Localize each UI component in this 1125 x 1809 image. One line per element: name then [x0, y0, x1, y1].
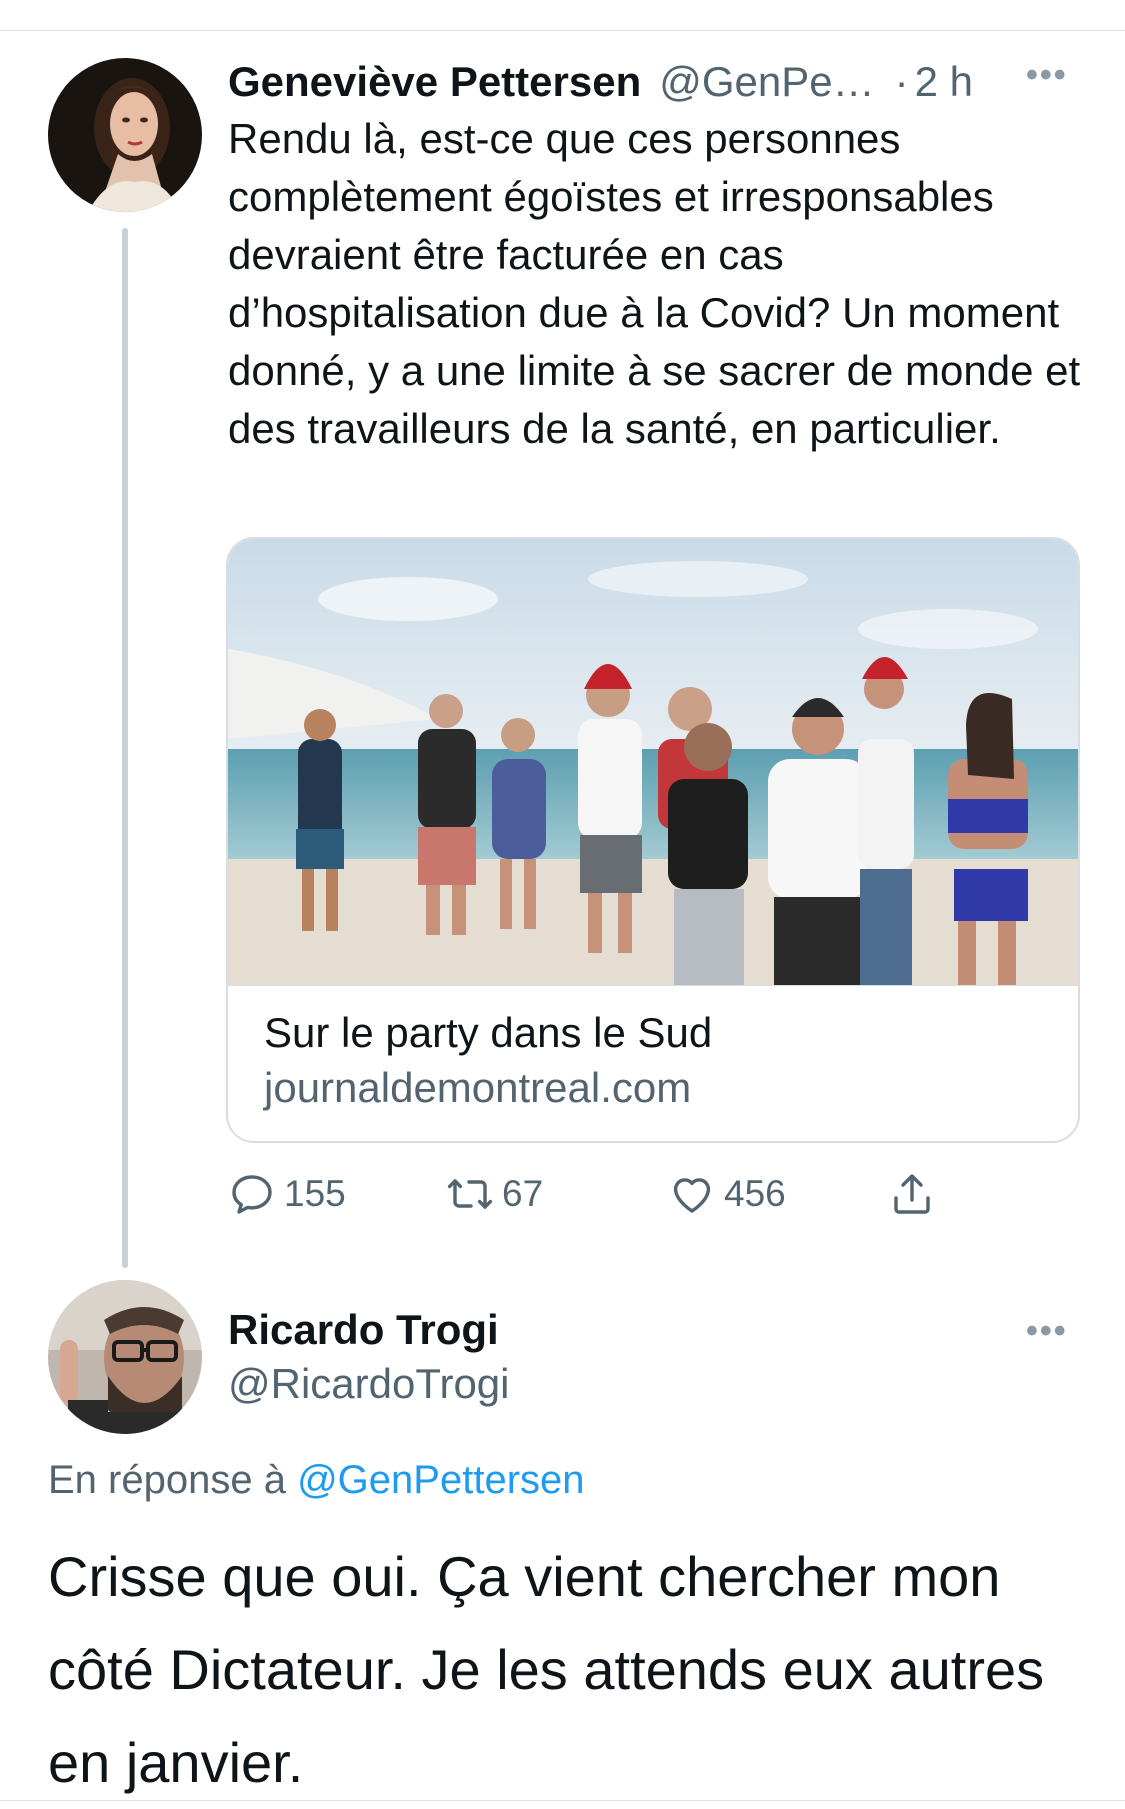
- retweet-count: 67: [502, 1173, 544, 1214]
- card-divider: [228, 985, 1078, 986]
- card-title: Sur le party dans le Sud: [264, 1009, 713, 1056]
- retweet-button[interactable]: 67: [446, 1166, 543, 1222]
- avatar-ricardo[interactable]: [48, 1280, 202, 1434]
- more-options-icon[interactable]: •••: [1026, 1312, 1068, 1351]
- reply-count: 155: [284, 1173, 346, 1214]
- heart-icon: [673, 1178, 711, 1213]
- avatar-genevieve[interactable]: [48, 58, 202, 212]
- more-options-icon[interactable]: •••: [1026, 56, 1068, 95]
- bottom-divider: [0, 1800, 1125, 1801]
- like-count: 456: [724, 1173, 786, 1214]
- retweet-icon: [447, 1179, 493, 1209]
- top-divider: [0, 30, 1125, 31]
- tweet-header: Geneviève Pettersen @GenPe… · 2 h: [228, 52, 1088, 112]
- author-handle[interactable]: @GenPe…: [659, 58, 874, 106]
- share-icon: [894, 1174, 930, 1214]
- card-domain: journaldemontreal.com: [264, 1064, 692, 1111]
- tweet-text: Rendu là, est-ce que ces personnes compl…: [228, 115, 1081, 452]
- comment-bubble-icon: [232, 1175, 272, 1214]
- replying-to-line: En réponse à @GenPettersen: [48, 1458, 585, 1503]
- link-card[interactable]: Sur le party dans le Sud journaldemontre…: [226, 537, 1080, 1143]
- like-button[interactable]: 456: [668, 1166, 786, 1222]
- author-name[interactable]: Geneviève Pettersen: [228, 58, 641, 106]
- card-image: [228, 539, 1078, 985]
- share-button[interactable]: [888, 1166, 944, 1222]
- reply-author-name[interactable]: Ricardo Trogi: [228, 1306, 499, 1354]
- reply-author-handle[interactable]: @RicardoTrogi: [228, 1360, 510, 1408]
- thread-connector-line: [122, 228, 128, 1268]
- replying-prefix: En réponse à: [48, 1458, 286, 1502]
- separator-dot: ·: [894, 58, 909, 105]
- reply-button[interactable]: 155: [228, 1166, 346, 1222]
- reply-text: Crisse que oui. Ça vient chercher mon cô…: [48, 1545, 1045, 1794]
- replying-mention-link[interactable]: @GenPettersen: [297, 1458, 584, 1502]
- tweet-time[interactable]: 2 h: [915, 58, 973, 106]
